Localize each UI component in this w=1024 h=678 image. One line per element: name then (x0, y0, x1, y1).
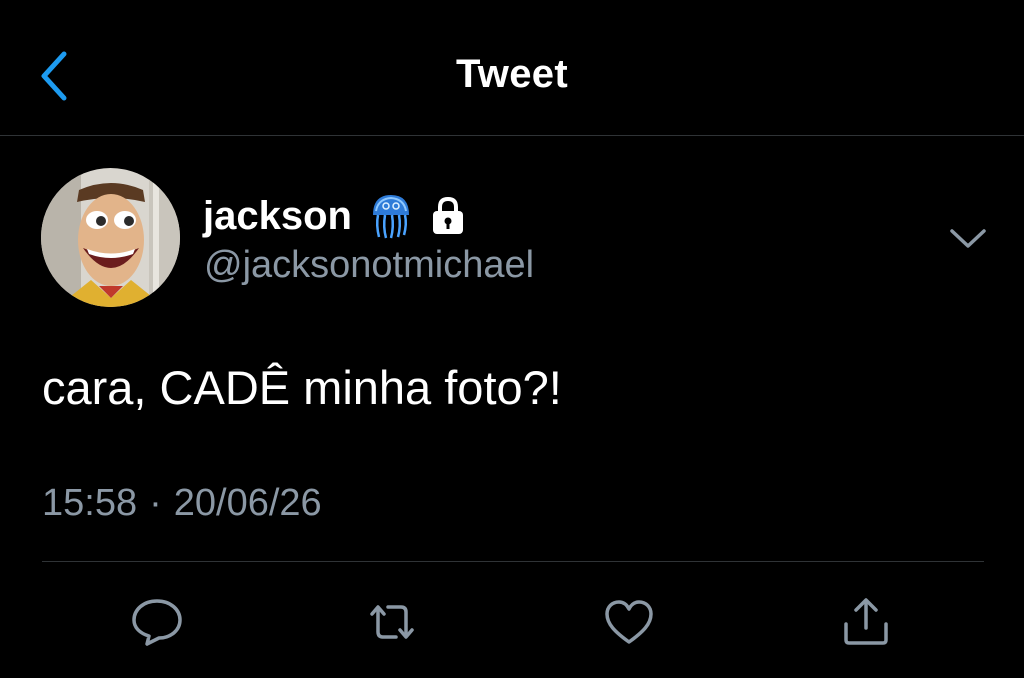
author-display-name[interactable]: jackson (203, 194, 352, 239)
share-icon (844, 598, 888, 645)
tweet-options-button[interactable] (946, 222, 990, 254)
author-name-row: jackson (203, 190, 466, 242)
retweet-icon (370, 605, 414, 639)
divider (42, 561, 984, 562)
timestamp-separator: · (149, 482, 162, 524)
retweet-button[interactable] (362, 592, 422, 652)
reply-icon (132, 599, 182, 646)
like-button[interactable] (599, 592, 659, 652)
jellyfish-emoji-icon (370, 193, 412, 239)
top-bar: Tweet (0, 0, 1024, 136)
author-handle[interactable]: @jacksonotmichael (204, 244, 534, 287)
avatar[interactable] (41, 168, 180, 307)
like-icon (605, 600, 653, 644)
tweet-text: cara, CADÊ minha foto?! (42, 361, 562, 414)
reply-button[interactable] (127, 592, 187, 652)
tweet-time: 15:58 (42, 482, 138, 524)
page-title: Tweet (456, 52, 568, 96)
tweet-timestamp: 15:58 · 20/06/26 (42, 482, 322, 525)
tweet-date: 20/06/26 (173, 482, 322, 524)
share-button[interactable] (836, 592, 896, 652)
lock-icon (430, 196, 466, 236)
chevron-down-icon (950, 229, 986, 248)
